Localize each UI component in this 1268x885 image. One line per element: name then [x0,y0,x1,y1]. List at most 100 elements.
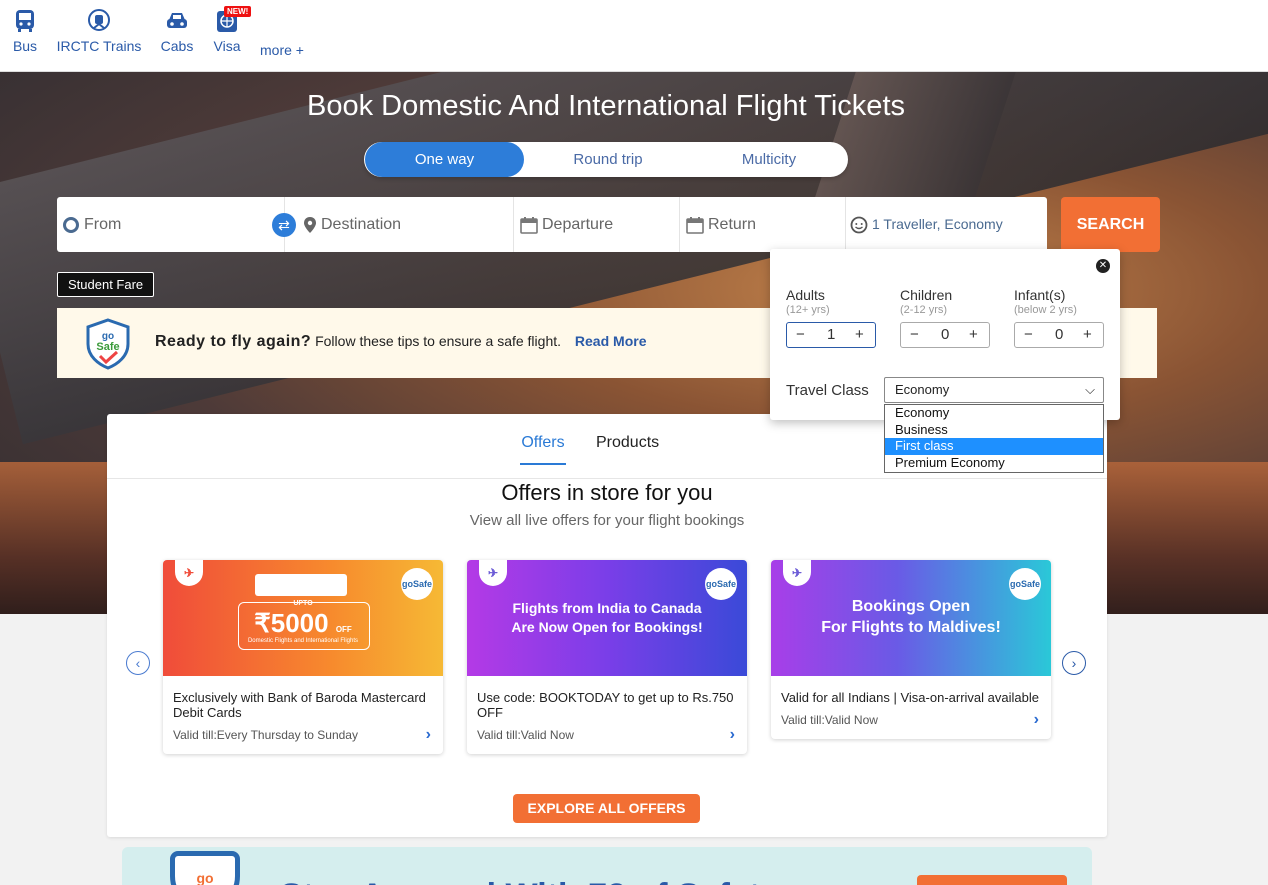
class-option[interactable]: Business [885,422,1103,439]
travel-class-value: Economy [895,382,950,397]
adults-age: (12+ yrs) [786,304,830,316]
offers-subtitle: View all live offers for your flight boo… [469,512,745,529]
travel-class-label: Travel Class [786,382,869,399]
travel-class-dropdown: Economy Business First class Premium Eco… [884,404,1104,473]
offers-title: Offers in store for you [501,480,713,505]
safety-banner: go Stay Assured With 72 of Safety [122,847,1092,885]
gosafe-message: Ready to fly again? Follow these tips to… [155,333,646,351]
tab-offers[interactable]: Offers [520,434,566,465]
traveller-panel: ✕ Adults (12+ yrs) − 1 + Children (2-12 … [770,249,1120,420]
chevron-right-icon[interactable]: › [730,726,735,744]
minus-button[interactable]: − [1024,326,1033,343]
offers-section: Offers Products Offers in store for you … [107,414,1107,837]
plane-tag-icon: ✈ [479,560,507,586]
departure-placeholder: Departure [542,216,614,233]
traveller-field[interactable]: 1 Traveller, Economy [846,197,1047,252]
nav-item-more[interactable]: more + [258,42,306,58]
read-more-link[interactable]: Read More [575,333,647,349]
adults-count: 1 [827,326,836,343]
trip-type-toggle: One way Round trip Multicity [364,142,848,177]
offer-image: ✈ goSafe Flights from India to Canada Ar… [467,560,747,676]
bank-logo-strip [255,574,347,596]
flight-search-bar: From ⇄ Destination Departure Return 1 Tr… [57,197,1047,252]
close-icon[interactable]: ✕ [1096,259,1110,273]
nav-item-cabs[interactable]: Cabs [160,8,194,54]
calendar-icon [686,216,704,234]
children-stepper: − 0 + [900,322,990,348]
infants-count: 0 [1055,326,1064,343]
infants-column: Infant(s) (below 2 yrs) − 0 + [1014,287,1104,348]
nav-item-visa[interactable]: NEW! Visa [212,6,252,54]
minus-button[interactable]: − [910,326,919,343]
offer-off-label: OFF [335,625,352,634]
banner-title: Stay Assured With 72 of Safety [280,877,779,885]
gosafe-shield-icon: goSafe [86,318,130,370]
cab-icon [167,13,187,28]
tab-products[interactable]: Products [596,434,659,452]
chevron-right-icon: › [1071,655,1077,671]
search-button[interactable]: SEARCH [1061,197,1160,252]
departure-field[interactable]: Departure [514,197,680,252]
carousel-next-button[interactable]: › [1062,651,1086,675]
offer-description: Use code: BOOKTODAY to get up to Rs.750 … [477,690,734,720]
class-option-highlighted[interactable]: First class [885,438,1103,455]
children-label: Children [900,287,953,303]
gosafe-badge-icon: goSafe [401,568,433,600]
infants-label: Infant(s) [1014,287,1066,303]
offer-card-canada[interactable]: ✈ goSafe Flights from India to Canada Ar… [467,560,747,754]
from-field[interactable]: From [57,197,285,252]
traveller-summary: 1 Traveller, Economy [872,216,1003,232]
plus-button[interactable]: + [1083,326,1092,343]
trip-multicity[interactable]: Multicity [690,142,848,177]
offer-card-maldives[interactable]: ✈ goSafe Bookings Open For Flights to Ma… [771,560,1051,739]
offer-valid-text: Valid till:Valid Now [477,728,574,742]
page-title: Book Domestic And International Flight T… [306,90,905,122]
offer-description: Exclusively with Bank of Baroda Masterca… [173,690,426,720]
offer-validity: Valid till:Valid Now › [467,720,747,754]
gosafe-badge-icon: goSafe [705,568,737,600]
travel-class-select[interactable]: Economy ⌵ [884,377,1104,403]
offer-small-print: Domestic Flights and International Fligh… [247,638,359,644]
gosafe-shield-icon: go [170,851,240,885]
bus-icon [16,10,34,32]
plane-tag-icon: ✈ [175,560,203,586]
adults-stepper: − 1 + [786,322,876,348]
offer-valid-text: Valid till:Every Thursday to Sunday [173,728,358,742]
trip-one-way[interactable]: One way [365,142,524,177]
destination-field[interactable]: Destination [285,197,514,252]
chevron-right-icon[interactable]: › [426,726,431,744]
nav-label: Visa [213,38,241,54]
banner-shield-text: go [196,870,214,885]
offer-image: ✈ goSafe Bookings Open For Flights to Ma… [771,560,1051,676]
explore-all-offers-button[interactable]: EXPLORE ALL OFFERS [513,794,700,823]
chevron-right-icon[interactable]: › [1034,711,1039,729]
from-placeholder: From [84,216,122,233]
nav-item-trains[interactable]: IRCTC Trains [56,8,142,54]
offer-headline-1: Flights from India to Canada [512,600,702,616]
nav-item-bus[interactable]: Bus [10,8,40,54]
minus-button[interactable]: − [796,326,805,343]
plus-button[interactable]: + [855,326,864,343]
plus-button[interactable]: + [969,326,978,343]
new-badge: NEW! [224,6,252,17]
top-nav: Bus IRCTC Trains Cabs NEW! Visa more + [0,0,1268,72]
nav-label: IRCTC Trains [56,38,142,54]
traveller-face-icon [850,216,868,234]
adults-column: Adults (12+ yrs) − 1 + [786,287,876,348]
return-field[interactable]: Return [680,197,846,252]
offer-headline-1: Bookings Open [851,598,971,615]
origin-circle-icon [63,216,79,233]
offer-validity: Valid till:Every Thursday to Sunday › [163,720,443,754]
offer-card-bob[interactable]: ✈ goSafe UPTO ₹5000 OFF Domestic Flights… [163,560,443,754]
banner-button[interactable] [917,875,1067,885]
nav-label: Bus [12,38,38,54]
student-fare-button[interactable]: Student Fare [57,272,155,297]
class-option[interactable]: Economy [885,405,1103,422]
class-option[interactable]: Premium Economy [885,455,1103,472]
offer-headline-2: Are Now Open for Bookings! [511,619,703,635]
carousel-prev-button[interactable]: ‹ [126,651,150,675]
destination-placeholder: Destination [321,216,402,233]
offer-description: Valid for all Indians | Visa-on-arrival … [781,690,1039,705]
infants-age: (below 2 yrs) [1014,304,1077,316]
trip-round-trip[interactable]: Round trip [529,142,687,177]
